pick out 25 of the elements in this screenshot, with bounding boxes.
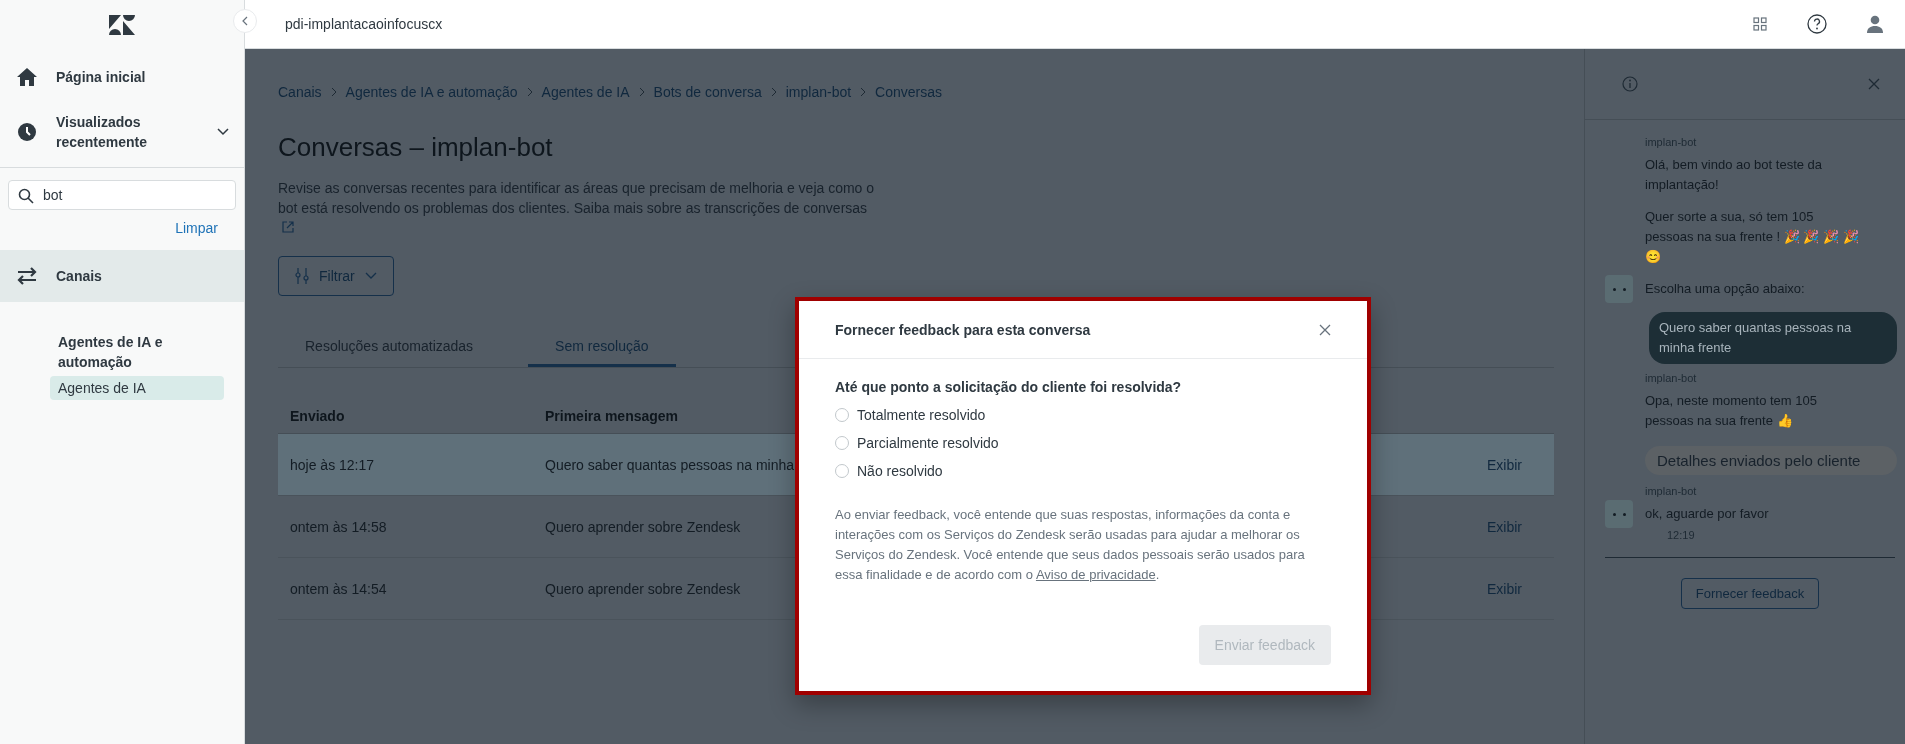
- message-text: ok, aguarde por favor: [1644, 505, 1770, 523]
- message-text: Escolha uma opção abaixo:: [1644, 280, 1806, 298]
- table-cell: Quero aprender sobre Zendesk: [545, 580, 741, 597]
- dialog-title: Fornecer feedback para esta conversa: [835, 321, 1091, 338]
- page-title: Conversas – implan-bot: [278, 131, 554, 164]
- option-label: Totalmente resolvido: [857, 407, 986, 423]
- table-cell-text: hoje às 12:17: [290, 456, 376, 473]
- option-label: Parcialmente resolvido: [857, 435, 999, 451]
- system-message: Detalhes enviados pelo cliente: [1645, 446, 1897, 475]
- consent-text: Ao enviar feedback, você entende que suas respostas, informações da conta e interações com os Serviços do Zendesk serão usadas para ajudar a melhorar os Serviços do Zendesk. Você entende que seus dados pessoais serão usados para essa finalidade e de acordo com o Aviso de privacidade.: [835, 506, 1306, 584]
- message-text: Quer sorte a sua, só tem 105 pessoas na sua frente ! 🎉 🎉 🎉 🎉 😊: [1644, 208, 1860, 266]
- column-header: Enviado: [290, 407, 346, 424]
- question-label: Até que ponto a solicitação do cliente foi resolvida?: [835, 379, 1183, 395]
- table-cell: Quero saber quantas pessoas na minha: [545, 456, 795, 473]
- column-header: Primeira mensagem: [545, 407, 679, 424]
- table-cell-text: ontem às 14:54: [290, 580, 388, 597]
- table-cell-text: ontem às 14:58: [290, 518, 388, 535]
- user-message: Quero saber quantas pessoas na minha frente: [1649, 312, 1897, 364]
- table-cell: Quero aprender sobre Zendesk: [545, 518, 741, 535]
- subsection-title: Agentes de IA e automação: [58, 333, 164, 372]
- message-text: Olá, bem vindo ao bot teste da implantação!: [1644, 156, 1824, 194]
- account-name: pdi-implantacaoinfocuscx: [285, 16, 443, 32]
- page-description: Revise as conversas recentes para identificar as áreas que precisam de melhoria e veja como o bot está resolvendo os problemas dos clientes. Saiba mais sobre as transcrições de conversas: [278, 178, 883, 238]
- option-label: Não resolvido: [857, 463, 943, 479]
- message-text: Opa, neste momento tem 105 pessoas na sua frente 👍: [1644, 392, 1818, 430]
